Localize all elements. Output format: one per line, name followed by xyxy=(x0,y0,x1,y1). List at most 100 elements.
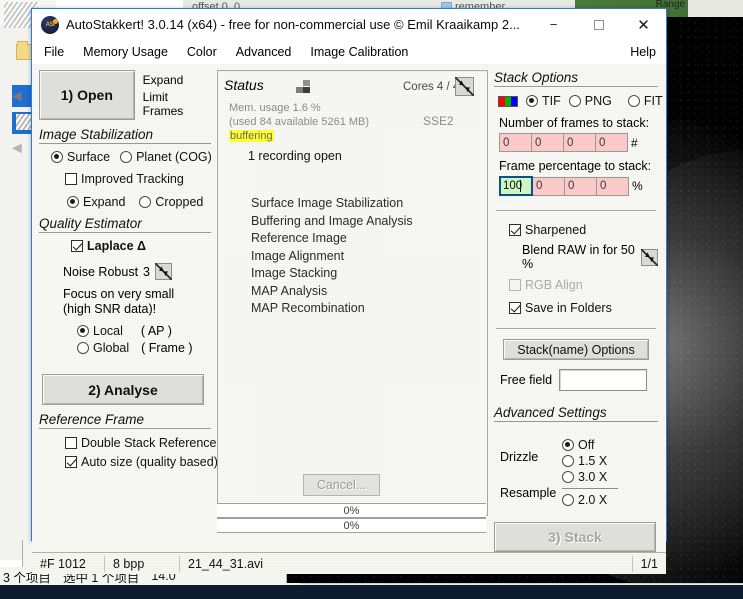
resample-label: Resample xyxy=(500,486,557,500)
checkbox-rgb-align: RGB Align xyxy=(509,278,583,292)
frames-input-4[interactable]: 0 xyxy=(595,133,628,152)
frames-input-1[interactable]: 0 xyxy=(499,133,532,152)
radio-drizzle-30x[interactable]: 3.0 X xyxy=(562,470,618,484)
spinner-down-arrow-icon[interactable]: ▼ xyxy=(162,270,170,278)
blend-raw-label: Blend RAW in for 50 % xyxy=(522,243,635,271)
checkbox-save-in-folders[interactable]: Save in Folders xyxy=(509,301,612,315)
radio-cropped[interactable]: Cropped xyxy=(139,195,203,209)
stage-item: Buffering and Image Analysis xyxy=(251,213,413,228)
menu-item-memory-usage[interactable]: Memory Usage xyxy=(83,45,168,59)
radio-drizzle-off-label: Off xyxy=(578,438,595,452)
stage-list: Surface Image Stabilization Buffering an… xyxy=(251,195,413,318)
frames-input-2[interactable]: 0 xyxy=(531,133,564,152)
menubar[interactable]: File Memory Usage Color Advanced Image C… xyxy=(32,40,666,64)
window-titlebar[interactable]: AutoStakkert! 3.0.14 (x64) - free for no… xyxy=(32,9,666,40)
spinner-down-arrow-icon[interactable]: ▼ xyxy=(464,86,472,94)
window-statusbar: #F 1012 8 bpp 21_44_31.avi 1/1 xyxy=(32,552,666,574)
forward-arrow-icon: ◄ xyxy=(9,140,25,157)
maximize-button[interactable] xyxy=(576,9,621,40)
close-button[interactable]: ✕ xyxy=(621,9,666,40)
radio-format-fit-label: FIT xyxy=(643,94,663,108)
frames-to-stack-row[interactable]: 0 0 0 0 # xyxy=(494,133,658,152)
radio-format-png-label: PNG xyxy=(584,94,612,108)
left-panel: 1) Open Expand Limit Frames Image Stabil… xyxy=(39,70,218,552)
checkbox-save-in-folders-label: Save in Folders xyxy=(525,301,612,315)
stack-button: 3) Stack xyxy=(494,522,656,552)
percentage-input-4[interactable]: 0 xyxy=(596,176,629,196)
radio-format-tif[interactable]: TIF xyxy=(526,94,561,108)
recordings-open-label: 1 recording open xyxy=(248,149,342,163)
checkbox-auto-size-label: Auto size (quality based) xyxy=(81,455,218,469)
percentage-input-1[interactable]: 100 xyxy=(499,176,533,196)
app-logo-icon xyxy=(41,15,59,34)
stack-options-panel: Stack Options TIF PNG FIT Number of fram… xyxy=(494,70,663,552)
radio-mark-icon xyxy=(562,439,574,451)
checkbox-laplace-label: Laplace Δ xyxy=(87,239,147,253)
background-minimize-area[interactable] xyxy=(688,0,743,17)
autostakkert-window: AutoStakkert! 3.0.14 (x64) - free for no… xyxy=(31,8,667,574)
checkbox-mark-icon xyxy=(71,240,83,252)
global-suffix-label: ( Frame ) xyxy=(141,341,193,355)
divider xyxy=(496,210,656,211)
stage-item: Surface Image Stabilization xyxy=(251,196,404,210)
radio-format-png[interactable]: PNG xyxy=(568,94,612,108)
radio-local[interactable]: Local xyxy=(77,324,123,338)
analyse-button[interactable]: 2) Analyse xyxy=(42,374,204,405)
radio-surface[interactable]: Surface xyxy=(51,150,110,164)
radio-expand[interactable]: Expand xyxy=(67,195,125,209)
status-column: Status Cores 4 / 4 ▲ ▼ SSE2 Mem. usage 1… xyxy=(217,70,488,552)
percentage-input-3[interactable]: 0 xyxy=(564,176,597,196)
rgb-swatch-icon xyxy=(498,95,518,107)
frames-to-stack-label: Number of frames to stack: xyxy=(499,116,650,130)
focus-hint-line1: Focus on very small xyxy=(63,287,175,301)
back-arrow-icon[interactable]: ◄ xyxy=(9,88,25,106)
checkbox-auto-size[interactable]: Auto size (quality based) xyxy=(65,455,218,469)
stage-item: Image Alignment xyxy=(251,248,345,263)
frames-input-3[interactable]: 0 xyxy=(563,133,596,152)
free-field-label: Free field xyxy=(500,373,553,387)
limit-frames-label[interactable]: Limit Frames xyxy=(143,90,211,118)
radio-drizzle-15x[interactable]: 1.5 X xyxy=(562,454,618,468)
checkbox-laplace[interactable]: Laplace Δ xyxy=(71,239,146,253)
open-button[interactable]: 1) Open xyxy=(39,70,135,120)
menu-item-color[interactable]: Color xyxy=(187,45,217,59)
mosaic-icon xyxy=(296,80,312,94)
status-panel: Status Cores 4 / 4 ▲ ▼ SSE2 Mem. usage 1… xyxy=(217,70,488,516)
radio-planet-cog-label: Planet (COG) xyxy=(136,150,212,164)
radio-format-fit[interactable]: FIT xyxy=(627,94,663,108)
radio-mark-icon xyxy=(67,196,79,208)
blend-raw-spinner[interactable]: ▲ ▼ xyxy=(641,248,658,266)
percentage-input-2[interactable]: 0 xyxy=(532,176,565,196)
radio-global[interactable]: Global xyxy=(77,341,129,355)
expand-label[interactable]: Expand xyxy=(143,73,211,87)
cores-spinner[interactable]: ▲ ▼ xyxy=(455,77,474,96)
mem-usage-line1: Mem. usage 1.6 % xyxy=(229,102,321,114)
radio-format-tif-label: TIF xyxy=(542,94,561,108)
minimize-button[interactable]: − xyxy=(531,9,576,40)
noise-robust-value: 3 xyxy=(143,264,150,279)
window-title: AutoStakkert! 3.0.14 (x64) - free for no… xyxy=(66,17,520,32)
checkbox-improved-tracking[interactable]: Improved Tracking xyxy=(65,172,184,186)
radio-mark-icon xyxy=(568,95,581,107)
sse-label: SSE2 xyxy=(423,114,454,128)
radio-expand-label: Expand xyxy=(83,195,126,209)
radio-drizzle-off[interactable]: Off xyxy=(562,438,618,452)
image-stabilization-title: Image Stabilization xyxy=(39,127,211,144)
noise-robust-spinner[interactable]: ▲ ▼ xyxy=(155,263,172,280)
radio-mark-icon xyxy=(562,471,574,483)
stack-name-options-button[interactable]: Stack(name) Options xyxy=(503,339,649,360)
cancel-button[interactable]: Cancel... xyxy=(303,474,380,496)
radio-drizzle-15x-label: 1.5 X xyxy=(578,454,608,468)
menu-item-file[interactable]: File xyxy=(44,45,64,59)
menu-item-image-calibration[interactable]: Image Calibration xyxy=(310,45,408,59)
taskbar[interactable] xyxy=(0,585,743,599)
frame-percentage-row[interactable]: 100 0 0 0 % xyxy=(494,176,658,196)
spinner-down-arrow-icon[interactable]: ▼ xyxy=(648,255,656,264)
free-field-input[interactable] xyxy=(559,369,648,391)
menu-item-help[interactable]: Help xyxy=(630,45,656,59)
stage-item: Image Stacking xyxy=(251,266,338,280)
menu-item-advanced[interactable]: Advanced xyxy=(236,45,292,59)
checkbox-sharpened[interactable]: Sharpened xyxy=(509,223,586,237)
checkbox-double-stack-reference[interactable]: Double Stack Reference xyxy=(65,436,217,450)
radio-planet-cog[interactable]: Planet (COG) xyxy=(120,150,212,164)
